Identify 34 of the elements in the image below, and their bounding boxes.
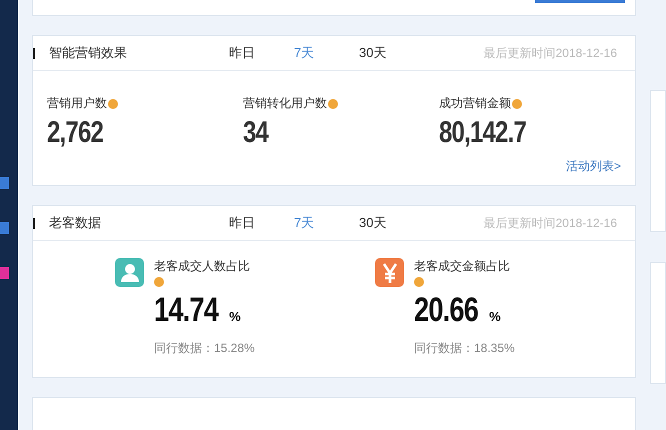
period-tab[interactable]: 30天 <box>359 44 424 62</box>
activity-list-link[interactable]: 活动列表> <box>566 158 621 175</box>
percent-unit: % <box>489 309 501 324</box>
yen-icon <box>375 258 404 287</box>
help-icon[interactable] <box>414 277 424 287</box>
metric-value: 34 <box>243 116 270 150</box>
percent-unit: % <box>229 309 241 324</box>
ratio-label: 老客成交金额占比 <box>414 258 510 275</box>
metric-value: 80,142.7 <box>439 116 528 150</box>
help-icon[interactable] <box>512 98 522 108</box>
accent-bar <box>33 48 35 58</box>
metric-label: 营销转化用户数 <box>243 95 327 112</box>
help-icon[interactable] <box>328 98 338 108</box>
update-time: 最后更新时间2018-12-16 <box>484 214 617 232</box>
person-icon <box>115 258 144 287</box>
card-title: 智能营销效果 <box>49 44 128 62</box>
period-tab[interactable]: 30天 <box>359 214 424 232</box>
period-tab[interactable]: 昨日 <box>229 44 294 62</box>
peer-data: 同行数据：18.35% <box>414 340 515 357</box>
metric-value: 2,762 <box>47 116 104 150</box>
period-tab[interactable]: 7天 <box>294 44 359 62</box>
update-time: 最后更新时间2018-12-16 <box>484 44 617 62</box>
help-icon[interactable] <box>108 98 118 108</box>
period-tab[interactable]: 7天 <box>294 214 359 232</box>
metric-label: 营销用户数 <box>47 95 107 112</box>
card-title: 老客数据 <box>49 214 102 232</box>
period-tab[interactable]: 昨日 <box>229 214 294 232</box>
ratio-value: 14.74 <box>154 291 218 330</box>
ratio-value: 20.66 <box>414 291 478 330</box>
peer-data: 同行数据：15.28% <box>154 340 255 357</box>
help-icon[interactable] <box>154 277 164 287</box>
metric-label: 成功营销金额 <box>439 95 511 112</box>
ratio-label: 老客成交人数占比 <box>154 258 250 275</box>
accent-bar <box>33 218 35 228</box>
